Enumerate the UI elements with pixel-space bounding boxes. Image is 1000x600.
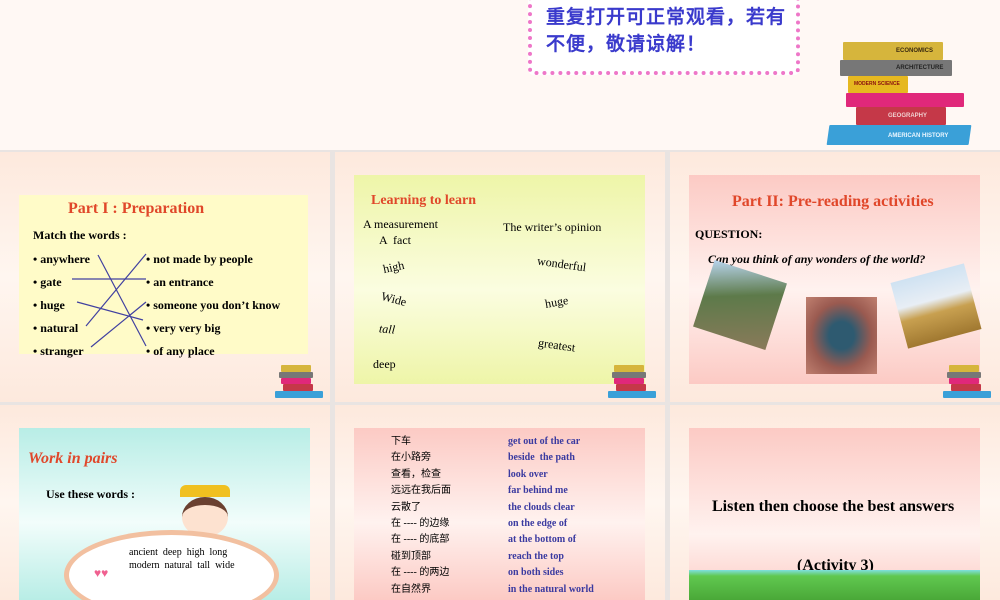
books-stack-icon: [608, 365, 658, 401]
book-title: ARCHITECTURE: [896, 65, 944, 71]
slide-title: Part II: Pre-reading activities: [732, 193, 934, 210]
phrase-chinese: 碰到顶部: [391, 550, 431, 562]
phrase-row: 在 ---- 的两边 on both sides: [391, 565, 594, 581]
phrase-english: on both sides: [508, 567, 564, 579]
phrase-english: on the edge of: [508, 518, 568, 530]
phrase-row: 远远在我后面 far behind me: [391, 483, 594, 499]
notice-line: 不便，敬请谅解！: [546, 34, 707, 55]
phrase-english: get out of the car: [508, 436, 581, 447]
slide-thumbnail-work-in-pairs[interactable]: Work in pairs Use these words : ancient …: [0, 405, 330, 600]
phrase-chinese: 在 ---- 的两边: [391, 567, 450, 579]
phrase-list: 下车 get out of the car 在小路旁 beside the path 查…: [391, 434, 594, 598]
hearts-icon: ♥♥: [94, 566, 109, 580]
phrase-english: reach the top: [508, 550, 564, 562]
phrase-chinese: 下车: [391, 436, 411, 447]
slide-title: Listen then choose the best answers: [712, 498, 955, 515]
phrase-english: in the natural world: [508, 583, 594, 595]
words-line: modern natural tall wide: [129, 560, 235, 571]
phrase-chinese: 云散了: [391, 501, 421, 513]
phrase-chinese: 在 ---- 的边缘: [391, 518, 450, 530]
word: deep: [373, 357, 396, 371]
phrase-row: 在 ---- 的边缘 on the edge of: [391, 516, 594, 532]
books-stack-icon: ECONOMICS ARCHITECTURE MODERN SCIENCE GE…: [826, 40, 978, 150]
slide-thumbnail-phrases[interactable]: 下车 get out of the car 在小路旁 beside the path 查…: [335, 405, 665, 600]
column-subheading: A fact: [379, 233, 411, 247]
grass-banner: [689, 570, 980, 600]
phrase-row: 在 ---- 的底部 at the bottom of: [391, 532, 594, 548]
slide-thumbnail-top[interactable]: 重复打开可正常观看，若有 不便，敬请谅解！ ECONOMICS ARCHITEC…: [0, 0, 1000, 150]
book-title: AMERICAN HISTORY: [888, 133, 949, 139]
phrase-row: 云散了 the clouds clear: [391, 500, 594, 516]
phrase-chinese: 在小路旁: [391, 452, 431, 464]
phrase-row: 查看，检查 look over: [391, 467, 594, 483]
phrase-english: beside the path: [508, 452, 575, 464]
phrase-chinese: 在 ---- 的底部: [391, 534, 450, 546]
words-line: ancient deep high long: [129, 547, 228, 558]
slide-title: Work in pairs: [28, 450, 118, 467]
column-heading: The writer’s opinion: [503, 220, 602, 234]
book-pink: [846, 93, 964, 107]
match-line: [76, 301, 144, 321]
question-text: Can you think of any wonders of the worl…: [708, 252, 926, 266]
book-title: MODERN SCIENCE: [854, 81, 900, 87]
books-stack-icon: [275, 365, 325, 401]
match-line: [90, 301, 147, 348]
phrase-english: look over: [508, 468, 548, 480]
instruction: Use these words :: [46, 487, 135, 501]
phrase-english: the clouds clear: [508, 501, 575, 513]
phrase-chinese: 查看，检查: [391, 468, 441, 480]
books-stack-icon: [943, 365, 993, 401]
phrase-english: at the bottom of: [508, 534, 577, 546]
slide-thumbnail-learning-to-learn[interactable]: Learning to learn A measurement A fact T…: [335, 152, 665, 402]
phrase-row: 在自然界 in the natural world: [391, 582, 594, 598]
phrase-chinese: 在自然界: [391, 583, 431, 595]
phrase-row: 下车 get out of the car: [391, 434, 594, 450]
book-title: GEOGRAPHY: [888, 113, 928, 119]
column-heading: A measurement: [363, 217, 438, 231]
phrase-row: 碰到顶部 reach the top: [391, 549, 594, 565]
phrase-english: far behind me: [508, 485, 568, 497]
notice-box: 重复打开可正常观看，若有 不便，敬请谅解！: [528, 0, 800, 75]
phrase-chinese: 远远在我后面: [391, 485, 451, 497]
slide-thumbnail-preparation[interactable]: Part I : Preparation Match the words : •…: [0, 152, 330, 402]
match-line: [97, 254, 147, 347]
slide-title: Learning to learn: [371, 193, 476, 208]
slide-thumbnail-pre-reading[interactable]: Part II: Pre-reading activities QUESTION…: [670, 152, 1000, 402]
match-line: [85, 253, 147, 327]
canyon-lake-image: [806, 297, 877, 374]
slide-thumbnail-listen[interactable]: Listen then choose the best answers (Act…: [670, 405, 1000, 600]
word: tall: [378, 321, 396, 337]
book-title: ECONOMICS: [896, 48, 934, 54]
notice-line: 重复打开可正常观看，若有: [546, 7, 787, 28]
phrase-row: 在小路旁 beside the path: [391, 450, 594, 466]
question-label: QUESTION:: [695, 227, 763, 241]
